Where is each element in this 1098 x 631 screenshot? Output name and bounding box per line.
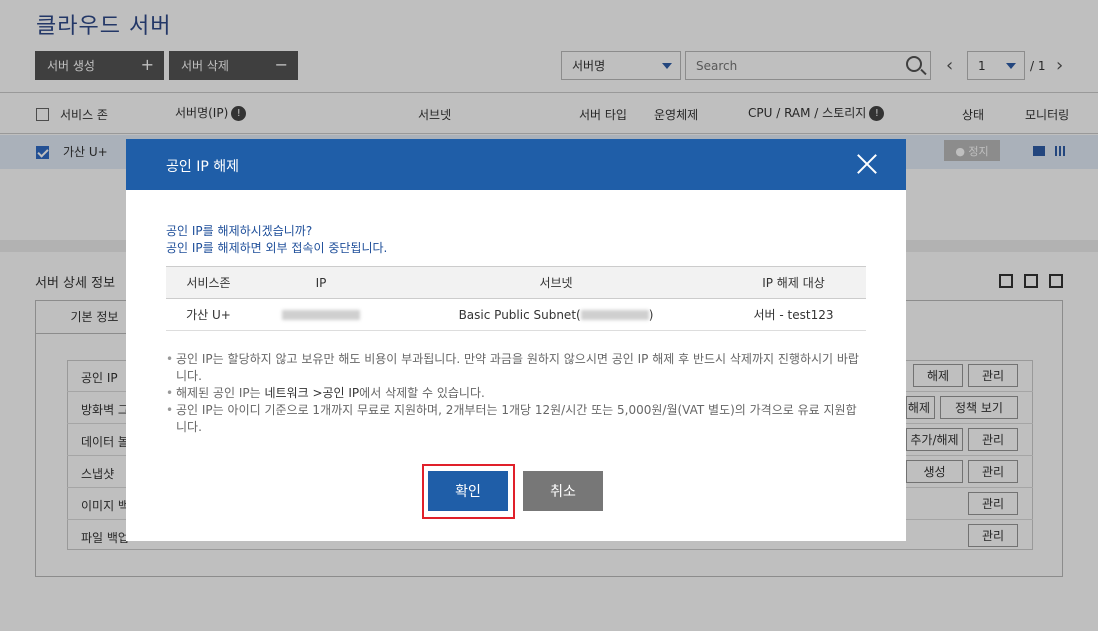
notice-link-text: 네트워크 >공인 IP: [264, 386, 360, 400]
dialog-header: 공인 IP 해제: [126, 139, 906, 190]
close-icon[interactable]: [856, 153, 878, 175]
col-subnet: 서브넷: [391, 266, 721, 299]
col-ip: IP: [251, 266, 391, 299]
cell-target: 서버 - test123: [721, 298, 866, 331]
release-target-table: 서비스존 IP 서브넷 IP 해제 대상 가산 U+ Basic Public …: [166, 266, 866, 331]
notice-item: 공인 IP는 아이디 기준으로 1개까지 무료로 지원하며, 2개부터는 1개당…: [166, 402, 866, 436]
confirm-button[interactable]: 확인: [428, 471, 508, 511]
table-row: 가산 U+ Basic Public Subnet() 서버 - test123: [166, 298, 866, 331]
notice-item: 공인 IP는 할당하지 않고 보유만 해도 비용이 부과됩니다. 만약 과금을 …: [166, 351, 866, 385]
cell-zone: 가산 U+: [166, 298, 251, 331]
table-header-row: 서비스존 IP 서브넷 IP 해제 대상: [166, 266, 866, 299]
notice-item: 해제된 공인 IP는 네트워크 >공인 IP에서 삭제할 수 있습니다.: [166, 385, 866, 402]
confirm-warning: 공인 IP를 해제하면 외부 접속이 중단됩니다.: [166, 241, 388, 255]
col-target: IP 해제 대상: [721, 266, 866, 299]
redacted-ip: [282, 310, 360, 320]
redacted-subnet: [580, 310, 649, 320]
cell-ip: [251, 298, 391, 331]
col-zone: 서비스존: [166, 266, 251, 299]
confirm-question: 공인 IP를 해제하시겠습니까?: [166, 224, 313, 238]
release-ip-dialog: 공인 IP 해제 공인 IP를 해제하시겠습니까? 공인 IP를 해제하면 외부…: [126, 139, 906, 541]
notice-list: 공인 IP는 할당하지 않고 보유만 해도 비용이 부과됩니다. 만약 과금을 …: [166, 351, 866, 436]
dialog-title: 공인 IP 해제: [166, 159, 239, 175]
cancel-button[interactable]: 취소: [523, 471, 603, 511]
cell-subnet: Basic Public Subnet(): [391, 298, 721, 331]
